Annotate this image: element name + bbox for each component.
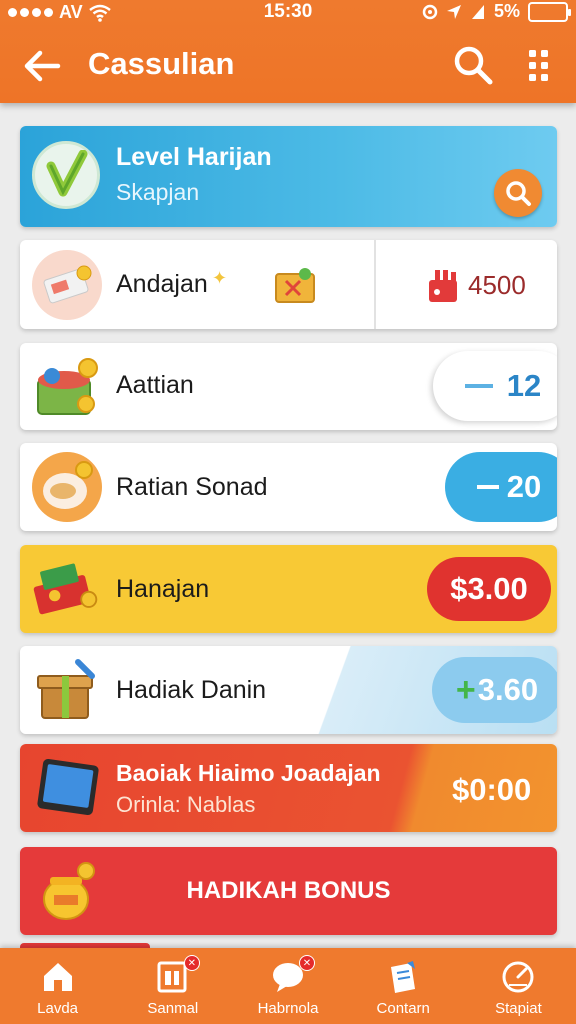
list-item-label: Andajan xyxy=(116,270,208,298)
document-icon xyxy=(385,959,421,995)
crate-icon xyxy=(274,266,316,304)
tablet-icon xyxy=(36,758,102,818)
level-subtitle: Skapjan xyxy=(116,179,200,205)
list-item-value: 4500 xyxy=(468,270,526,300)
notification-badge-icon: ✕ xyxy=(183,955,200,971)
list-item[interactable]: Andajan ✦ 4500 xyxy=(20,240,557,329)
nav-label: Contarn xyxy=(376,1000,430,1017)
gauge-icon xyxy=(500,959,536,995)
level-badge-icon xyxy=(32,141,100,209)
value-pill[interactable]: 20 xyxy=(445,452,557,522)
back-button[interactable] xyxy=(22,46,62,86)
minus-icon xyxy=(476,485,499,489)
page-title: Cassulian xyxy=(88,46,235,81)
more-options-button[interactable] xyxy=(524,46,554,86)
app-header: Cassulian xyxy=(0,26,576,103)
value-text: 20 xyxy=(506,469,542,504)
value-pill[interactable]: 12 xyxy=(433,351,557,421)
search-icon xyxy=(506,181,531,206)
level-card[interactable]: Level Harijan Skapjan xyxy=(20,126,557,227)
divider xyxy=(374,240,376,329)
back-arrow-icon xyxy=(24,50,61,82)
menu-dots-icon xyxy=(529,50,548,81)
bonus-card[interactable]: HADIKAH BONUS xyxy=(20,847,557,935)
nav-label: Sanmal xyxy=(147,1000,199,1017)
cellular-icon xyxy=(471,4,484,19)
plus-icon: + xyxy=(455,670,476,709)
notification-badge-icon: ✕ xyxy=(299,955,315,971)
level-title: Level Harijan xyxy=(116,143,272,171)
level-search-button[interactable] xyxy=(494,169,542,217)
status-bar: AV 15:30 5% xyxy=(0,0,576,26)
list-item-label: Hadiak Danin xyxy=(116,676,267,704)
battery-icon xyxy=(528,1,571,22)
gift-bundle-icon xyxy=(32,554,102,624)
nav-label: Stapiat xyxy=(495,1000,542,1017)
value-text: 12 xyxy=(506,368,542,403)
nav-home[interactable]: Lavda xyxy=(0,948,115,1024)
nav-sanmal[interactable]: ✕ Sanmal xyxy=(115,948,230,1024)
nav-contarn[interactable]: Contarn xyxy=(346,948,461,1024)
chat-bubble-icon: ✕ xyxy=(270,955,315,995)
list-item-label: Hanajan xyxy=(116,575,210,603)
bottom-navigation: Lavda ✕ Sanmal ✕ Habrnola Contarn Stapia… xyxy=(0,948,576,1024)
value-text: 3.60 xyxy=(477,672,539,707)
list-item[interactable]: Aattian 12 xyxy=(20,343,557,430)
list-item-label: Aattian xyxy=(116,371,194,399)
list-item-label: Ratian Sonad xyxy=(116,473,268,501)
search-icon xyxy=(454,46,493,85)
price-pill[interactable]: $3.00 xyxy=(427,557,551,621)
food-plate-icon xyxy=(32,452,102,522)
nav-habrnola[interactable]: ✕ Habrnola xyxy=(230,948,345,1024)
top-app-bar: AV 15:30 5% Cassulian xyxy=(0,0,576,103)
list-item[interactable]: Ratian Sonad 20 xyxy=(20,443,557,531)
store-icon: ✕ xyxy=(155,955,200,995)
nav-stapiat[interactable]: Stapiat xyxy=(461,948,576,1024)
battery-percent: 5% xyxy=(493,1,520,21)
promo-card[interactable]: Baoiak Hiaimo Joadajan Orinla: Nablas $0… xyxy=(20,744,557,832)
nav-label: Lavda xyxy=(37,1000,79,1017)
minus-icon xyxy=(464,384,493,388)
location-arrow-icon xyxy=(446,4,461,19)
gift-box-icon xyxy=(32,654,102,724)
treasure-basket-icon xyxy=(32,351,102,421)
search-button[interactable] xyxy=(452,44,494,86)
home-icon xyxy=(40,959,76,995)
promo-price[interactable]: $0:00 xyxy=(452,772,531,808)
alarm-icon xyxy=(422,4,438,19)
list-item[interactable]: Hanajan $3.00 xyxy=(20,545,557,633)
value-pill[interactable]: + 3.60 xyxy=(432,657,557,723)
bonus-label: HADIKAH BONUS xyxy=(186,877,391,904)
list-item[interactable]: Hadiak Danin + 3.60 xyxy=(20,646,557,734)
ticket-icon xyxy=(32,250,102,320)
promo-subtitle: Orinla: Nablas xyxy=(116,792,256,817)
nav-label: Habrnola xyxy=(257,1000,319,1017)
gift-tag-icon xyxy=(427,268,461,304)
sparkle-icon: ✦ xyxy=(212,268,228,288)
promo-title: Baoiak Hiaimo Joadajan xyxy=(116,760,381,786)
